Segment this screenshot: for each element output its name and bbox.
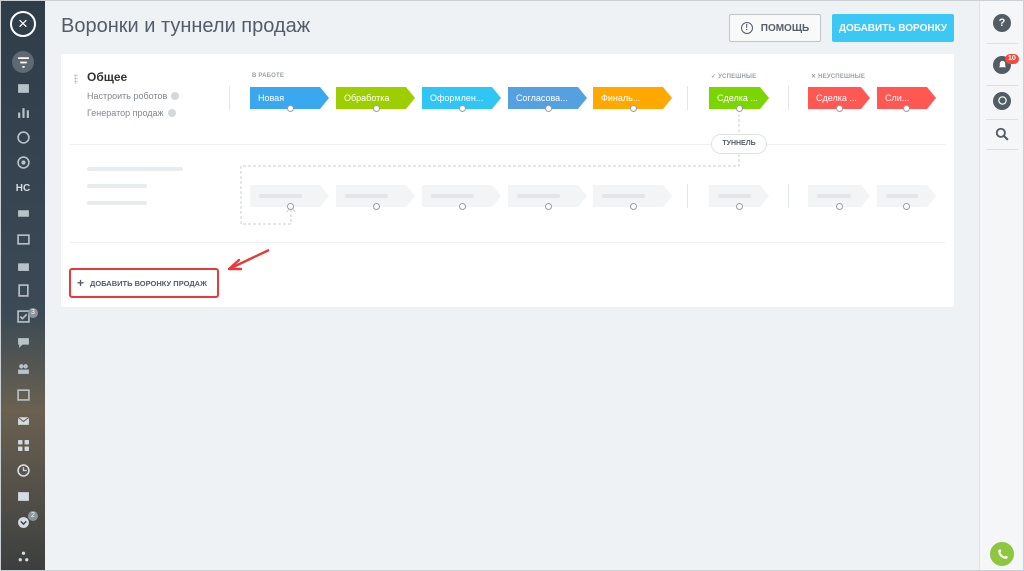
group-label-in-work: В РАБОТЕ	[252, 73, 285, 79]
divider	[788, 184, 789, 208]
placeholder-dot	[287, 203, 294, 210]
more-icon[interactable]	[1, 512, 45, 532]
placeholder-dot	[736, 203, 743, 210]
hint-icon[interactable]	[167, 109, 176, 117]
funnels-panel: Общее Настроить роботов Генератор продаж…	[61, 54, 954, 307]
generator-link-label: Генератор продаж	[87, 108, 164, 118]
chat-icon[interactable]	[1, 332, 45, 352]
target-icon[interactable]	[1, 152, 45, 172]
divider	[986, 119, 1018, 120]
profile-card-icon[interactable]	[1, 486, 45, 506]
drag-handle-icon[interactable]	[74, 74, 78, 84]
tasks-icon[interactable]	[1, 78, 45, 98]
store-icon[interactable]	[1, 255, 45, 275]
filter-icon[interactable]	[1, 52, 45, 72]
robots-link[interactable]: Настроить роботов	[87, 91, 180, 101]
add-sales-funnel-button[interactable]: + ДОБАВИТЬ ВОРОНКУ ПРОДАЖ	[69, 268, 219, 298]
placeholder-dot	[373, 203, 380, 210]
divider	[986, 149, 1018, 150]
divider	[687, 184, 688, 208]
contacts-icon[interactable]	[1, 203, 45, 223]
group-label-success-text: УСПЕШНЫЕ	[718, 74, 757, 80]
document-icon[interactable]	[1, 280, 45, 300]
placeholder-dot	[836, 203, 843, 210]
group-label-success: ✓ УСПЕШНЫЕ	[711, 74, 757, 80]
left-sidebar: × НС 3 2	[1, 1, 45, 570]
search-icon[interactable]	[993, 125, 1011, 143]
help-button[interactable]: ! ПОМОЩЬ	[729, 14, 821, 42]
close-icon[interactable]: ×	[10, 11, 36, 37]
calendar-icon[interactable]	[1, 384, 45, 404]
page-title: Воронки и туннели продаж	[61, 15, 311, 37]
tunnel-connector	[240, 114, 740, 225]
window-icon[interactable]	[1, 229, 45, 249]
mail-icon[interactable]	[1, 410, 45, 430]
add-sales-funnel-label: ДОБАВИТЬ ВОРОНКУ ПРОДАЖ	[90, 278, 207, 288]
divider	[788, 86, 789, 110]
history-icon[interactable]	[1, 460, 45, 480]
sidebar-text-item[interactable]: НС	[1, 178, 45, 198]
sidebar-badge: 3	[28, 308, 38, 318]
checklist-icon[interactable]	[1, 306, 45, 326]
apps-icon[interactable]	[1, 435, 45, 455]
placeholder-line	[87, 184, 147, 188]
stage-connector-dot[interactable]	[836, 105, 843, 112]
placeholder-dot	[903, 203, 910, 210]
hint-icon[interactable]	[171, 92, 180, 100]
help-button-label: ПОМОЩЬ	[760, 22, 810, 34]
placeholder-dot	[459, 203, 466, 210]
placeholder-line	[87, 201, 147, 205]
placeholder-dot	[630, 203, 637, 210]
add-funnel-button[interactable]: ДОБАВИТЬ ВОРОНКУ	[832, 14, 954, 42]
group-label-fail: ✕ НЕУСПЕШНЫЕ	[811, 74, 866, 80]
divider	[986, 43, 1018, 44]
stage-connector-dot[interactable]	[903, 105, 910, 112]
plus-icon: +	[77, 276, 85, 290]
sidebar-text-label: НС	[15, 182, 31, 194]
phone-icon[interactable]	[990, 542, 1014, 566]
divider	[70, 242, 945, 243]
annotation-arrow-icon	[227, 248, 270, 271]
generator-link[interactable]: Генератор продаж	[87, 108, 176, 118]
group-label-fail-text: НЕУСПЕШНЫЕ	[818, 74, 866, 80]
placeholder-line	[87, 167, 183, 171]
notification-badge: 10	[1005, 54, 1019, 64]
tunnel-label[interactable]: ТУННЕЛЬ	[711, 134, 767, 154]
divider	[986, 85, 1018, 86]
info-icon: !	[740, 22, 753, 34]
sidebar-badge: 2	[28, 511, 38, 521]
help-icon[interactable]: ?	[993, 14, 1011, 32]
clock-icon[interactable]	[1, 127, 45, 147]
placeholder-dot	[545, 203, 552, 210]
divider	[229, 86, 230, 110]
structure-icon[interactable]	[1, 546, 45, 566]
robots-link-label: Настроить роботов	[87, 91, 168, 101]
funnel-name: Общее	[87, 70, 128, 84]
analytics-icon[interactable]	[1, 102, 45, 122]
right-sidebar: ? 10	[979, 1, 1023, 570]
support-icon[interactable]	[993, 92, 1011, 110]
users-icon[interactable]	[1, 358, 45, 378]
